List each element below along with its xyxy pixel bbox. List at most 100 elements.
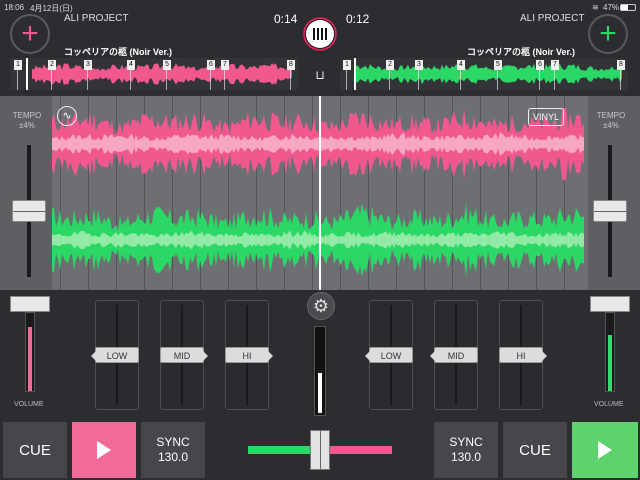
cue-point-marker[interactable]: 3 bbox=[84, 60, 92, 70]
vinyl-mode-button[interactable]: VINYL bbox=[528, 108, 564, 126]
deck-b-volume-label: VOLUME bbox=[594, 401, 624, 408]
deck-a-eq-mid-knob[interactable]: MID bbox=[160, 347, 208, 363]
cue-point-line bbox=[17, 70, 18, 90]
deck-b-bpm: 130.0 bbox=[450, 450, 482, 464]
deck-a-sync-label: SYNC bbox=[156, 435, 190, 449]
beat-grid-line bbox=[508, 96, 509, 290]
deck-a-eq-low-knob[interactable]: LOW bbox=[91, 347, 139, 363]
cue-point-line bbox=[290, 70, 291, 90]
deck-a-bpm: 130.0 bbox=[157, 450, 189, 464]
deck-b-tempo-label: TEMPO bbox=[596, 111, 626, 120]
cue-point-line bbox=[389, 70, 390, 90]
wifi-icon: ≋ bbox=[592, 3, 599, 12]
deck-a-tempo-slider[interactable] bbox=[12, 200, 46, 222]
deck-b-time: 0:12 bbox=[346, 12, 370, 26]
logo-icon bbox=[306, 20, 334, 48]
cue-point-marker[interactable]: 2 bbox=[386, 60, 394, 70]
cue-point-line bbox=[539, 70, 540, 90]
deck-b-eq-low[interactable]: LOW bbox=[365, 300, 413, 410]
deck-b-eq-low-knob[interactable]: LOW bbox=[365, 347, 413, 363]
battery-icon bbox=[620, 4, 636, 11]
crossfader-deck-b-side bbox=[248, 446, 316, 454]
cue-point-marker[interactable]: 5 bbox=[163, 60, 171, 70]
plus-icon: + bbox=[21, 17, 39, 50]
cue-point-marker[interactable]: 8 bbox=[287, 60, 295, 70]
deck-b-sync-label: SYNC bbox=[449, 435, 483, 449]
cue-point-line bbox=[51, 70, 52, 90]
deck-a-cue-button[interactable]: CUE bbox=[3, 422, 67, 478]
deck-b-title: コッペリアの柩 (Noir Ver.) bbox=[467, 47, 576, 57]
deck-a-eq-mid[interactable]: MID bbox=[160, 300, 208, 410]
deck-b-volume-meter bbox=[608, 335, 612, 391]
cue-point-marker[interactable]: 5 bbox=[494, 60, 502, 70]
deck-b-play-button[interactable] bbox=[572, 422, 638, 478]
cue-point-marker[interactable]: 6 bbox=[207, 60, 215, 70]
app-logo-button[interactable] bbox=[300, 14, 340, 54]
deck-a-artist: ALI PROJECT bbox=[64, 13, 129, 24]
cue-point-marker[interactable]: 4 bbox=[457, 60, 465, 70]
crossfader-deck-a-side bbox=[324, 446, 392, 454]
waveform-mode-icon[interactable]: ∿ bbox=[57, 106, 77, 126]
cue-point-line bbox=[130, 70, 131, 90]
deck-b-add-track-button[interactable]: + bbox=[588, 14, 628, 54]
deck-b-tempo-slider[interactable] bbox=[593, 200, 627, 222]
deck-b-sync-button[interactable]: SYNC 130.0 bbox=[434, 422, 498, 478]
deck-a-eq-low[interactable]: LOW bbox=[91, 300, 139, 410]
deck-a-volume-meter bbox=[28, 327, 32, 391]
cue-point-line bbox=[554, 70, 555, 90]
plus-icon: + bbox=[599, 17, 617, 50]
deck-b-eq-hi[interactable]: HI bbox=[499, 300, 547, 410]
cue-point-marker[interactable]: 1 bbox=[343, 60, 351, 70]
deck-a-eq-hi[interactable]: HI bbox=[225, 300, 273, 410]
deck-a-tempo-range: ±4% bbox=[19, 121, 35, 130]
battery-level: 47% bbox=[603, 3, 620, 12]
deck-b-volume-slider[interactable] bbox=[605, 312, 615, 392]
deck-a-sync-button[interactable]: SYNC 130.0 bbox=[141, 422, 205, 478]
beat-grid-line bbox=[228, 96, 229, 290]
cue-point-marker[interactable]: 2 bbox=[48, 60, 56, 70]
cue-point-line bbox=[497, 70, 498, 90]
deck-b-eq-hi-knob[interactable]: HI bbox=[499, 347, 547, 363]
deck-b-overview-waveform bbox=[356, 63, 622, 85]
cue-point-line bbox=[210, 70, 211, 90]
deck-a-title: コッペリアの柩 (Noir Ver.) bbox=[64, 47, 173, 57]
gear-icon[interactable]: ⚙ bbox=[307, 292, 335, 320]
cue-point-marker[interactable]: 6 bbox=[536, 60, 544, 70]
cue-point-line bbox=[87, 70, 88, 90]
deck-a-tempo-label: TEMPO bbox=[12, 111, 42, 120]
deck-a-volume-handle[interactable] bbox=[10, 296, 50, 312]
cue-point-marker[interactable]: 1 bbox=[14, 60, 22, 70]
deck-a-add-track-button[interactable]: + bbox=[10, 14, 50, 54]
deck-a-volume-label: VOLUME bbox=[14, 401, 44, 408]
deck-b-artist: ALI PROJECT bbox=[520, 13, 585, 24]
cue-point-marker[interactable]: 4 bbox=[127, 60, 135, 70]
cue-point-marker[interactable]: 8 bbox=[617, 60, 625, 70]
cue-point-marker[interactable]: 7 bbox=[221, 60, 229, 70]
cue-point-line bbox=[224, 70, 225, 90]
deck-b-volume-handle[interactable] bbox=[590, 296, 630, 312]
play-icon bbox=[97, 441, 111, 459]
deck-b-eq-mid-knob[interactable]: MID bbox=[430, 347, 478, 363]
deck-b-overview-playhead bbox=[354, 58, 356, 90]
cue-point-line bbox=[620, 70, 621, 90]
deck-b-cue-button[interactable]: CUE bbox=[503, 422, 567, 478]
deck-a-play-button[interactable] bbox=[72, 422, 136, 478]
cue-point-line bbox=[460, 70, 461, 90]
deck-a-overview[interactable]: 1 2 3 4 5 67 8 bbox=[10, 58, 298, 90]
cue-point-marker[interactable]: 7 bbox=[551, 60, 559, 70]
cue-point-line bbox=[346, 70, 347, 90]
deck-b-eq-mid[interactable]: MID bbox=[430, 300, 478, 410]
deck-link-icon[interactable]: ⊔ bbox=[310, 68, 330, 84]
deck-b-overview[interactable]: 1 2 3 4 5 67 8 bbox=[340, 58, 628, 90]
cue-point-line bbox=[418, 70, 419, 90]
main-playhead bbox=[319, 96, 321, 290]
status-time: 18:06 bbox=[4, 3, 25, 12]
deck-a-time: 0:14 bbox=[274, 12, 298, 26]
master-level-fill bbox=[318, 373, 322, 413]
deck-a-eq-hi-knob[interactable]: HI bbox=[225, 347, 273, 363]
beat-grid-line bbox=[116, 96, 117, 290]
master-level-meter bbox=[314, 326, 326, 416]
cue-point-marker[interactable]: 3 bbox=[415, 60, 423, 70]
crossfader-handle[interactable] bbox=[310, 430, 330, 470]
deck-a-volume-slider[interactable] bbox=[25, 312, 35, 392]
